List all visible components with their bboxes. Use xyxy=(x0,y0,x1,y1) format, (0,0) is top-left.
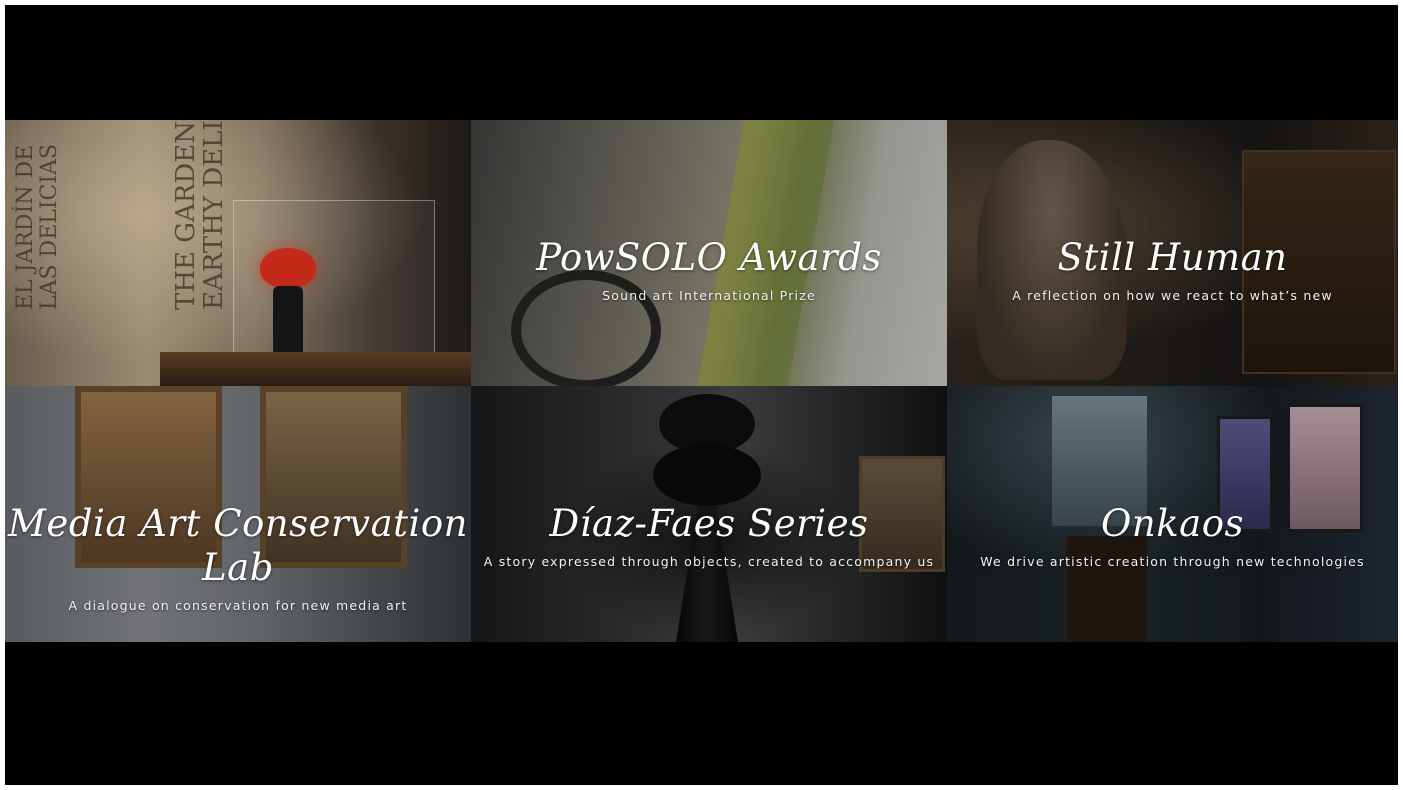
poster-text-line: THE GARDEN O xyxy=(171,120,201,310)
tile-subtitle: Sound art International Prize xyxy=(602,288,816,303)
tile-title: Still Human xyxy=(1057,236,1288,279)
sculpture-stand xyxy=(273,286,303,356)
tile-title: Onkaos xyxy=(1101,502,1244,545)
tile-subtitle: A dialogue on conservation for new media… xyxy=(68,598,408,613)
tile-caption: Still Human A reflection on how we react… xyxy=(947,236,1398,303)
tile-title-line-1: Media Art Conservation xyxy=(8,502,468,545)
tile-subtitle: A reflection on how we react to what’s n… xyxy=(1012,288,1333,303)
tile-onkaos[interactable]: Onkaos We drive artistic creation throug… xyxy=(947,386,1398,642)
tile-subtitle: A story expressed through objects, creat… xyxy=(483,554,935,569)
poster-text-line: EARTHY DELIG xyxy=(199,120,229,310)
pedestal xyxy=(160,352,471,386)
tile-diaz-faes-series[interactable]: Díaz-Faes Series A story expressed throu… xyxy=(471,386,947,642)
tile-title: PowSOLO Awards xyxy=(536,236,882,279)
project-grid: EL JARDÍN DE LAS DELICIAS THE GARDEN O E… xyxy=(5,120,1398,642)
poster-text-line: EL JARDÍN DE xyxy=(13,144,38,310)
tile-powsolo-awards[interactable]: PowSOLO Awards Sound art International P… xyxy=(471,120,947,386)
glass-case xyxy=(233,200,435,362)
tile-media-art-conservation-lab[interactable]: Media Art Conservation Lab A dialogue on… xyxy=(5,386,471,642)
tile-caption: Onkaos We drive artistic creation throug… xyxy=(947,502,1398,569)
page-frame: EL JARDÍN DE LAS DELICIAS THE GARDEN O E… xyxy=(5,5,1398,785)
tile-exhibition[interactable]: EL JARDÍN DE LAS DELICIAS THE GARDEN O E… xyxy=(5,120,471,386)
tile-caption: PowSOLO Awards Sound art International P… xyxy=(471,236,947,303)
tile-title: Díaz-Faes Series xyxy=(549,502,869,545)
tile-title-line-2: Lab xyxy=(202,546,274,589)
tile-caption: Media Art Conservation Lab A dialogue on… xyxy=(5,502,471,613)
tile-caption: Díaz-Faes Series A story expressed throu… xyxy=(471,502,947,569)
lips-sculpture xyxy=(260,248,316,288)
tile-still-human[interactable]: Still Human A reflection on how we react… xyxy=(947,120,1398,386)
poster-text-line: LAS DELICIAS xyxy=(37,143,62,310)
tile-subtitle: We drive artistic creation through new t… xyxy=(980,554,1365,569)
